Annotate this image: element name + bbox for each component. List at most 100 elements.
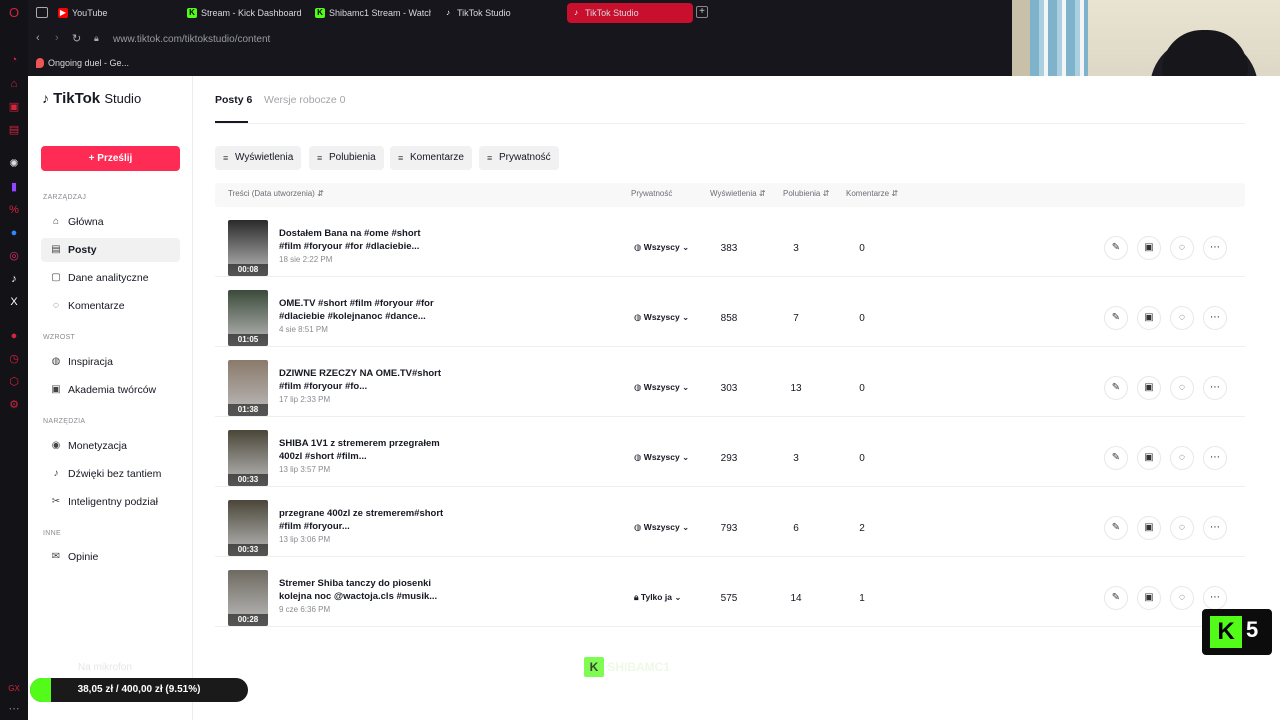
sidebar-gx-icon[interactable]: GX <box>7 682 21 696</box>
video-thumbnail[interactable]: 00:33 <box>228 430 268 486</box>
post-title[interactable]: przegrane 400zl ze stremerem#short #film… <box>279 507 444 533</box>
nav-comments[interactable]: ◌ Komentarze <box>41 294 180 318</box>
sidebar-settings-icon[interactable]: ⚙ <box>7 398 21 412</box>
nav-inspiration[interactable]: ◍ Inspiracja <box>41 350 180 374</box>
tab-drafts[interactable]: Wersje robocze 0 <box>264 94 346 106</box>
filter-comments[interactable]: ≡ Komentarze <box>390 146 472 170</box>
filter-likes[interactable]: ≡ Polubienia <box>309 146 384 170</box>
edit-button[interactable]: ✎ <box>1104 376 1128 400</box>
nav-home[interactable]: ⌂ Główna <box>41 210 180 234</box>
header-likes[interactable]: Polubienia ⇵ <box>783 189 829 198</box>
table-row[interactable]: 00:28 Stremer Shiba tanczy do piosenki ko… <box>215 557 1245 627</box>
tab-tiktok-studio[interactable]: ♪ TikTok Studio <box>439 3 559 23</box>
nav-analytics[interactable]: ▢ Dane analityczne <box>41 266 180 290</box>
stats-button[interactable]: ▣ <box>1137 586 1161 610</box>
comment-button[interactable]: ◌ <box>1170 376 1194 400</box>
more-button[interactable]: ⋯ <box>1203 236 1227 260</box>
url-field[interactable]: www.tiktok.com/tiktokstudio/content <box>113 34 270 45</box>
bookmark-item[interactable]: Ongoing duel - Ge... <box>48 58 129 68</box>
stats-button[interactable]: ▣ <box>1137 446 1161 470</box>
tab-posts[interactable]: Posty 6 <box>215 94 252 106</box>
comment-button[interactable]: ◌ <box>1170 446 1194 470</box>
privacy-dropdown[interactable]: ◍ Wszyscy ⌄ <box>634 522 689 533</box>
stats-button[interactable]: ▣ <box>1137 376 1161 400</box>
post-title[interactable]: DZIWNE RZECZY NA OME.TV#short #film #for… <box>279 367 444 393</box>
privacy-dropdown[interactable]: ◍ Wszyscy ⌄ <box>634 312 689 323</box>
sidebar-instagram-icon[interactable]: ◎ <box>7 249 21 263</box>
sidebar-percent-icon[interactable]: % <box>7 203 21 217</box>
table-row[interactable]: 00:08 Dostałem Bana na #ome #short #film … <box>215 207 1245 277</box>
comment-button[interactable]: ◌ <box>1170 306 1194 330</box>
privacy-dropdown[interactable]: ◍ Wszyscy ⌄ <box>634 382 689 393</box>
video-thumbnail[interactable]: 00:08 <box>228 220 268 276</box>
table-row[interactable]: 01:05 OME.TV #short #film #foryour #for #… <box>215 277 1245 347</box>
nav-feedback[interactable]: ✉ Opinie <box>41 545 180 569</box>
nav-smart-split[interactable]: ✂ Inteligentny podział <box>41 490 180 514</box>
video-thumbnail[interactable]: 00:28 <box>228 570 268 626</box>
opera-logo-icon[interactable]: O <box>7 6 21 20</box>
nav-posts[interactable]: ▤ Posty <box>41 238 180 262</box>
sidebar-aria-icon[interactable]: ◔ <box>7 53 21 67</box>
tab-overview-icon[interactable] <box>36 7 48 18</box>
studio-logo[interactable]: ♪ TikTok Studio <box>42 90 141 107</box>
video-thumbnail[interactable]: 01:05 <box>228 290 268 346</box>
post-title[interactable]: SHIBA 1V1 z stremerem przegrałem 400zl #… <box>279 437 444 463</box>
tab-tiktok-studio-active[interactable]: ♪ TikTok Studio <box>567 3 693 23</box>
more-button[interactable]: ⋯ <box>1203 516 1227 540</box>
privacy-dropdown[interactable]: ◍ Wszyscy ⌄ <box>634 452 689 463</box>
sidebar-openai-icon[interactable]: ✺ <box>7 157 21 171</box>
header-content[interactable]: Treści (Data utworzenia) ⇵ <box>228 189 324 198</box>
more-button[interactable]: ⋯ <box>1203 446 1227 470</box>
sidebar-tiktok-icon[interactable]: ♪ <box>7 272 21 286</box>
table-row[interactable]: 01:38 DZIWNE RZECZY NA OME.TV#short #film… <box>215 347 1245 417</box>
table-row[interactable]: 00:33 przegrane 400zl ze stremerem#short … <box>215 487 1245 557</box>
sidebar-player-icon[interactable]: ▤ <box>7 123 21 137</box>
edit-button[interactable]: ✎ <box>1104 446 1128 470</box>
sidebar-music-icon[interactable]: ● <box>7 329 21 343</box>
video-thumbnail[interactable]: 00:33 <box>228 500 268 556</box>
more-button[interactable]: ⋯ <box>1203 376 1227 400</box>
sidebar-messenger-icon[interactable]: ● <box>7 226 21 240</box>
nav-creator-academy[interactable]: ▣ Akademia twórców <box>41 378 180 402</box>
nav-monetization[interactable]: ◉ Monetyzacja <box>41 434 180 458</box>
sidebar-x-icon[interactable]: X <box>7 295 21 309</box>
filter-privacy[interactable]: ≡ Prywatność <box>479 146 559 170</box>
reload-icon[interactable]: ↻ <box>72 32 81 45</box>
post-title[interactable]: Stremer Shiba tanczy do piosenki kolejna… <box>279 577 444 603</box>
post-title[interactable]: OME.TV #short #film #foryour #for #dlaci… <box>279 297 444 323</box>
back-icon[interactable]: ‹ <box>36 32 40 44</box>
tab-youtube[interactable]: ▶ YouTube <box>54 3 174 23</box>
more-button[interactable]: ⋯ <box>1203 586 1227 610</box>
sidebar-more-icon[interactable]: ⋯ <box>7 702 21 716</box>
header-views[interactable]: Wyświetlenia ⇵ <box>710 189 766 198</box>
comment-button[interactable]: ◌ <box>1170 586 1194 610</box>
new-tab-icon[interactable]: + <box>696 6 708 18</box>
sidebar-extensions-icon[interactable]: ⬡ <box>7 375 21 389</box>
upload-button[interactable]: + Prześlij <box>41 146 180 171</box>
forward-icon[interactable]: › <box>55 32 59 44</box>
edit-button[interactable]: ✎ <box>1104 586 1128 610</box>
stats-button[interactable]: ▣ <box>1137 306 1161 330</box>
header-comments[interactable]: Komentarze ⇵ <box>846 189 898 198</box>
video-thumbnail[interactable]: 01:38 <box>228 360 268 416</box>
tab-kick-dashboard[interactable]: K Stream - Kick Dashboard <box>183 3 303 23</box>
filter-views[interactable]: ≡ Wyświetlenia <box>215 146 302 170</box>
sidebar-chat-icon[interactable]: ▣ <box>7 100 21 114</box>
comment-button[interactable]: ◌ <box>1170 516 1194 540</box>
more-button[interactable]: ⋯ <box>1203 306 1227 330</box>
sidebar-twitch-icon[interactable]: ▮ <box>7 180 21 194</box>
privacy-dropdown[interactable]: 🔒︎ Tylko ja ⌄ <box>634 592 681 603</box>
nav-royalty-free-sounds[interactable]: ♪ Dźwięki bez tantiem <box>41 462 180 486</box>
edit-button[interactable]: ✎ <box>1104 236 1128 260</box>
table-row[interactable]: 00:33 SHIBA 1V1 z stremerem przegrałem 40… <box>215 417 1245 487</box>
edit-button[interactable]: ✎ <box>1104 516 1128 540</box>
comment-button[interactable]: ◌ <box>1170 236 1194 260</box>
post-title[interactable]: Dostałem Bana na #ome #short #film #fory… <box>279 227 444 253</box>
sidebar-shop-icon[interactable]: ⌂ <box>7 77 21 91</box>
tab-kick-stream[interactable]: K Shibamc1 Stream - Watch <box>311 3 431 23</box>
stats-button[interactable]: ▣ <box>1137 516 1161 540</box>
edit-button[interactable]: ✎ <box>1104 306 1128 330</box>
stats-button[interactable]: ▣ <box>1137 236 1161 260</box>
privacy-dropdown[interactable]: ◍ Wszyscy ⌄ <box>634 242 689 253</box>
sidebar-history-icon[interactable]: ◷ <box>7 352 21 366</box>
